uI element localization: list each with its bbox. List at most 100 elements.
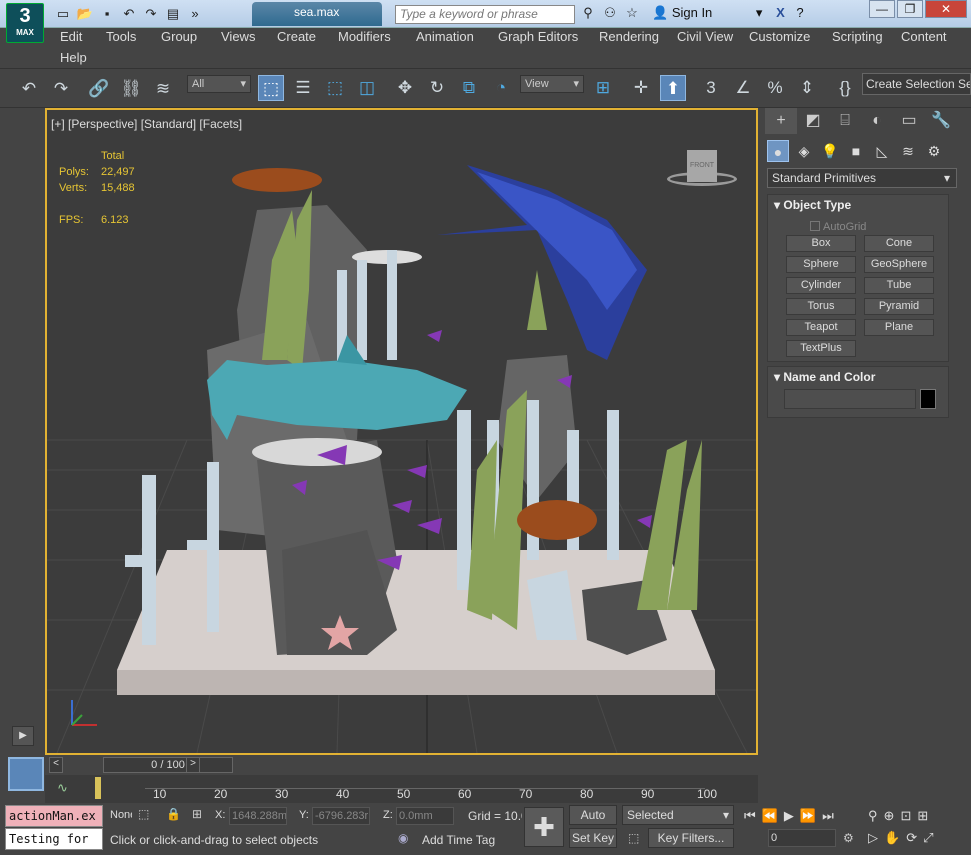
viewport-layout-thumbnail[interactable] [8,757,44,791]
display-tab-icon[interactable]: ▭ [893,108,925,134]
torus-button[interactable]: Torus [786,298,856,315]
zoom-icon[interactable]: ⚲ [868,808,878,824]
cone-button[interactable]: Cone [864,235,934,252]
window-crossing-icon[interactable]: ◫ [354,75,380,101]
lock-selection-icon[interactable]: 🔒 [166,807,181,821]
link-icon[interactable]: 🔗 [86,76,112,102]
x-coordinate-field[interactable]: 1648.288m [229,807,287,825]
reference-coord-dropdown[interactable]: View [520,75,584,93]
key-filters-button[interactable]: Key Filters... [648,828,734,848]
select-object-icon[interactable]: ⬚ [258,75,284,101]
time-slider[interactable]: 0 / 100 [103,757,233,773]
geometry-icon[interactable]: ● [767,140,789,162]
add-time-tag[interactable]: Add Time Tag [422,833,495,847]
document-tab[interactable]: sea.max [252,2,382,26]
space-warps-icon[interactable]: ≋ [897,140,919,162]
move-icon[interactable]: ✥ [392,75,418,101]
curve-editor-icon[interactable]: ∿ [57,780,68,796]
pyramid-button[interactable]: Pyramid [864,298,934,315]
motion-tab-icon[interactable]: ◐ [861,108,893,134]
redo-icon[interactable]: ↷ [48,76,74,102]
auto-key-button[interactable]: Auto Key [569,805,617,840]
orbit-icon[interactable]: ⟳ [906,830,917,846]
hierarchy-tab-icon[interactable]: ⌸ [829,108,861,134]
set-key-big-icon[interactable]: ✚ [524,807,564,847]
app-logo[interactable]: 3 MAX [6,3,44,43]
new-file-icon[interactable]: ▭ [54,5,72,23]
category-dropdown[interactable]: Standard Primitives ▾ [767,168,957,188]
go-to-start-icon[interactable]: ⏮ [744,808,756,824]
plane-button[interactable]: Plane [864,319,934,336]
key-filter-icon[interactable]: ⬚ [628,831,639,845]
binoculars-icon[interactable]: ⚲ [580,5,596,21]
percent-snap-icon[interactable]: % [762,75,788,101]
track-bar[interactable]: ∿ 10 20 30 40 50 60 70 80 90 100 [45,775,758,803]
autogrid-checkbox[interactable]: AutoGrid [810,221,866,233]
undo-icon[interactable]: ↶ [120,5,138,23]
cylinder-button[interactable]: Cylinder [786,277,856,294]
y-coordinate-field[interactable]: -6796.283r [312,807,370,825]
exchange-icon[interactable]: X [776,5,785,20]
zoom-extents-icon[interactable]: ⊡ [900,808,911,824]
pivot-center-icon[interactable]: ⊞ [590,75,616,101]
play-icon[interactable]: ▶ [784,808,794,824]
viewcube-front-face[interactable]: FRONT [687,150,717,182]
lights-icon[interactable]: 💡 [819,140,841,162]
textplus-button[interactable]: TextPlus [786,340,856,357]
menu-create[interactable]: Create [277,29,316,44]
absolute-mode-icon[interactable]: ⊞ [192,807,202,821]
community-icon[interactable]: ⚇ [602,5,618,21]
star-icon[interactable]: ☆ [624,5,640,21]
maxscript-input-line[interactable]: Testing for [5,828,103,850]
shapes-icon[interactable]: ◈ [793,140,815,162]
more-icon[interactable]: » [186,5,204,23]
next-frame-icon[interactable]: ⏩ [800,808,816,824]
prev-frame-icon[interactable]: < [49,757,63,773]
field-of-view-icon[interactable]: ▷ [868,830,878,846]
edit-named-selection-icon[interactable]: {} [832,75,858,101]
minimize-icon[interactable]: — [869,0,895,18]
name-color-header[interactable]: ▾ Name and Color [768,367,948,387]
viewcube[interactable]: FRONT [667,150,737,194]
redo-icon[interactable]: ↷ [142,5,160,23]
menu-rendering[interactable]: Rendering [599,29,659,44]
undo-icon[interactable]: ↶ [16,76,42,102]
open-file-icon[interactable]: 📂 [76,5,94,23]
perspective-viewport[interactable]: [+] [Perspective] [Standard] [Facets] To… [45,108,758,755]
modify-tab-icon[interactable]: ◩ [797,108,829,134]
place-icon[interactable]: ◔ [488,75,514,101]
scale-icon[interactable]: ⧉ [456,75,482,101]
help-icon[interactable]: ? [796,5,803,20]
systems-icon[interactable]: ⚙ [923,140,945,162]
menu-graph-editors[interactable]: Graph Editors [498,29,578,44]
current-frame-marker[interactable] [95,777,101,799]
pan-icon[interactable]: ✋ [884,830,900,846]
object-color-swatch[interactable] [920,389,936,409]
z-coordinate-field[interactable]: 0.0mm [396,807,454,825]
utilities-tab-icon[interactable]: 🔧 [925,108,957,134]
menu-customize[interactable]: Customize [749,29,810,44]
menu-scripting[interactable]: Scripting [832,29,883,44]
search-input[interactable]: Type a keyword or phrase [395,5,575,24]
object-type-header[interactable]: ▾ Object Type [768,195,948,215]
selection-set-dropdown[interactable]: Selected ▾ [622,805,734,825]
save-icon[interactable]: ▪ [98,5,116,23]
menu-civil-view[interactable]: Civil View [677,29,733,44]
geosphere-button[interactable]: GeoSphere [864,256,934,273]
previous-frame-icon[interactable]: ⏪ [762,808,778,824]
isolate-selection-icon[interactable]: ⬚ [138,807,149,821]
angle-snap-icon[interactable]: ∠ [730,75,756,101]
menu-help[interactable]: Help [60,50,87,65]
rotate-icon[interactable]: ↻ [424,75,450,101]
box-button[interactable]: Box [786,235,856,252]
time-config-icon[interactable]: ⚙ [843,831,854,845]
selection-filter-dropdown[interactable]: All [187,75,251,93]
unlink-icon[interactable]: ⛓ [118,76,144,102]
menu-animation[interactable]: Animation [416,29,474,44]
named-selection-set-field[interactable]: Create Selection Set [862,73,971,95]
zoom-extents-all-icon[interactable]: ⊞ [917,808,928,824]
close-icon[interactable]: ✕ [925,0,967,18]
expand-panel-icon[interactable]: ▶ [12,726,34,746]
menu-group[interactable]: Group [161,29,197,44]
select-manipulate-icon[interactable]: ✛ [628,75,654,101]
